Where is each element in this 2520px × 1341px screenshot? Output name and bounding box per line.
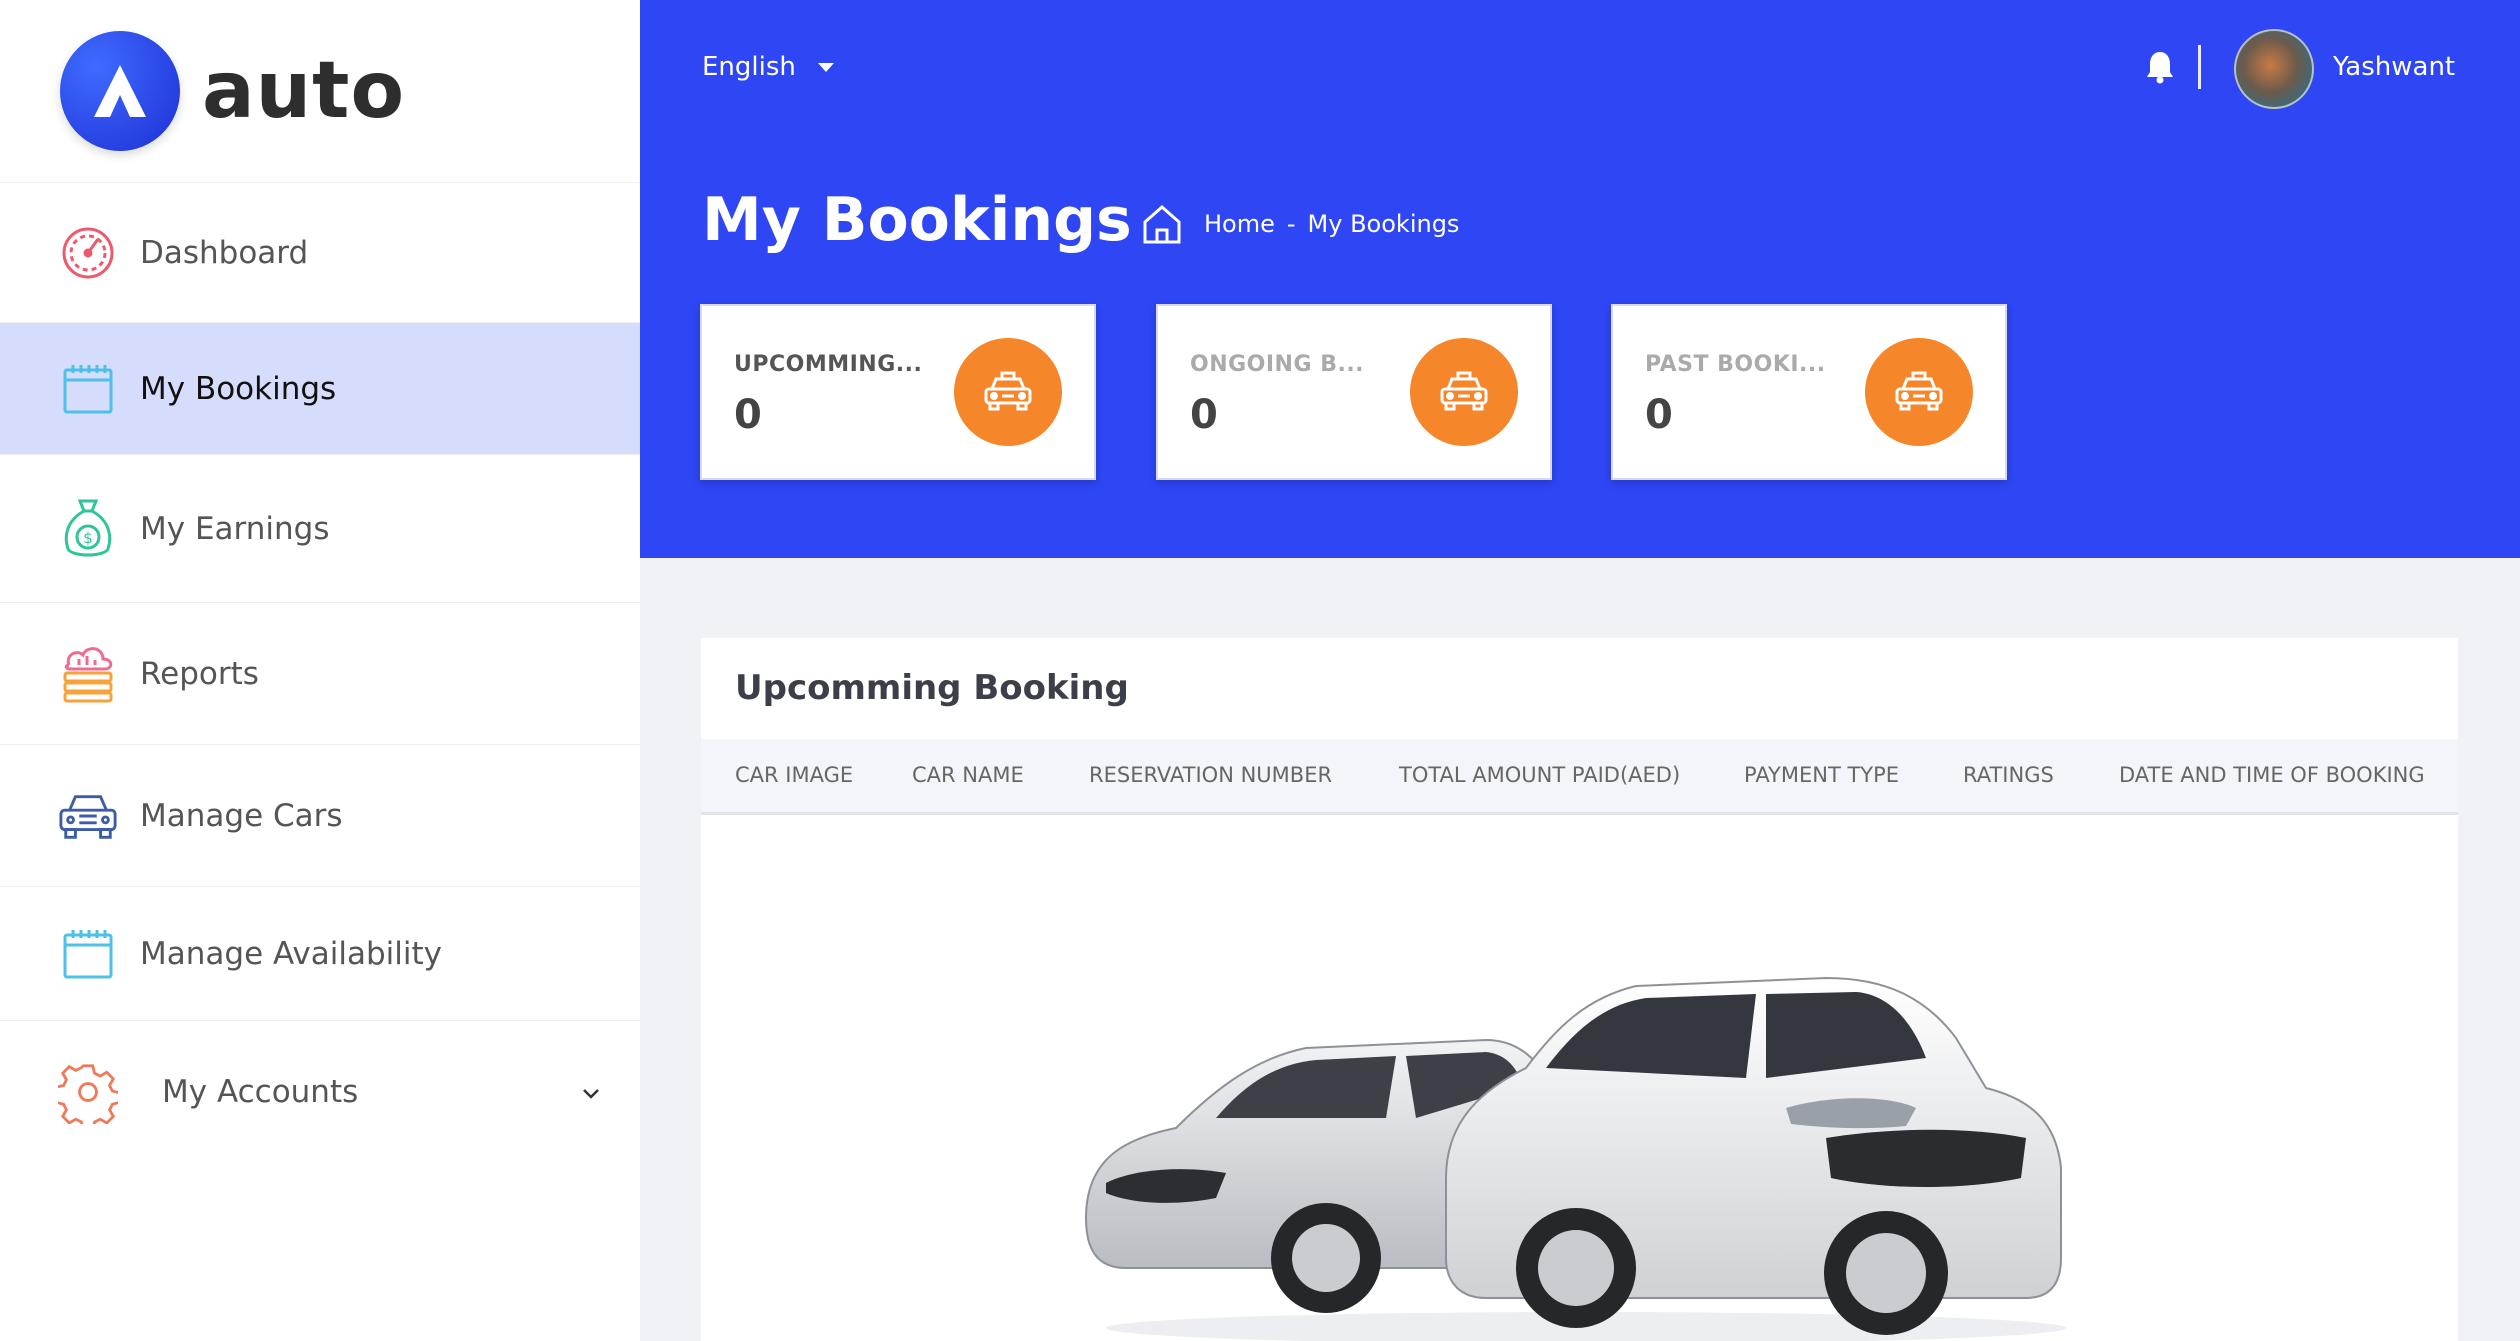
stat-title: UPCOMMING... bbox=[734, 352, 923, 377]
sidebar-item-label: Dashboard bbox=[140, 234, 309, 271]
divider bbox=[2198, 45, 2201, 89]
sidebar-item-label: Manage Cars bbox=[140, 797, 343, 834]
sidebar-item-dashboard[interactable]: Dashboard bbox=[0, 183, 640, 323]
sidebar-item-label: My Bookings bbox=[140, 370, 337, 407]
sidebar-item-label: Manage Availability bbox=[140, 935, 442, 972]
taxi-icon bbox=[1410, 338, 1518, 446]
caret-down-icon bbox=[817, 62, 834, 72]
card-title: Upcomming Booking bbox=[735, 668, 1129, 708]
stat-card-ongoing[interactable]: ONGOING B... 0 bbox=[1156, 304, 1552, 480]
user-name[interactable]: Yashwant bbox=[2333, 52, 2455, 82]
chevron-down-icon[interactable] bbox=[582, 1077, 600, 1107]
sidebar-item-label: My Earnings bbox=[140, 510, 330, 547]
logo[interactable]: auto bbox=[0, 0, 640, 183]
bell-icon[interactable] bbox=[2145, 50, 2175, 88]
avatar[interactable] bbox=[2234, 29, 2314, 109]
brand-name: auto bbox=[202, 46, 406, 136]
stat-card-past[interactable]: PAST BOOKI... 0 bbox=[1611, 304, 2007, 480]
stat-title: ONGOING B... bbox=[1190, 352, 1365, 377]
taxi-icon bbox=[1865, 338, 1973, 446]
home-icon[interactable] bbox=[1140, 202, 1184, 246]
empty-state-cars-illustration bbox=[1066, 968, 2096, 1341]
stat-value: 0 bbox=[1645, 392, 1673, 438]
sidebar-item-my-bookings[interactable]: My Bookings bbox=[0, 323, 640, 455]
logo-mark-icon bbox=[60, 31, 180, 151]
column-header[interactable]: CAR NAME bbox=[912, 763, 1024, 787]
column-header[interactable]: CAR IMAGE bbox=[735, 763, 853, 787]
column-header[interactable]: PAYMENT TYPE bbox=[1744, 763, 1899, 787]
stat-value: 0 bbox=[734, 392, 762, 438]
stat-card-upcoming[interactable]: UPCOMMING... 0 bbox=[700, 304, 1096, 480]
breadcrumb-separator: - bbox=[1286, 210, 1296, 238]
sidebar-item-label: My Accounts bbox=[162, 1074, 359, 1110]
calendar-icon bbox=[58, 924, 118, 984]
reports-icon bbox=[58, 644, 118, 704]
calendar-icon bbox=[58, 359, 118, 419]
sidebar: auto Dashboard My Bookings $ My Earnings… bbox=[0, 0, 640, 1341]
sidebar-item-label: Reports bbox=[140, 655, 259, 692]
table-header: CAR IMAGE CAR NAME RESERVATION NUMBER TO… bbox=[701, 739, 2458, 815]
sidebar-item-my-accounts[interactable]: My Accounts bbox=[0, 1021, 640, 1163]
sidebar-item-manage-cars[interactable]: Manage Cars bbox=[0, 745, 640, 887]
column-header[interactable]: TOTAL AMOUNT PAID(AED) bbox=[1399, 763, 1680, 787]
sidebar-item-manage-availability[interactable]: Manage Availability bbox=[0, 887, 640, 1021]
car-icon bbox=[58, 786, 118, 846]
breadcrumb-home[interactable]: Home bbox=[1204, 210, 1275, 238]
gear-icon bbox=[58, 1062, 118, 1124]
language-selector[interactable]: English bbox=[702, 52, 834, 82]
money-bag-icon: $ bbox=[58, 499, 118, 559]
taxi-icon bbox=[954, 338, 1062, 446]
stat-title: PAST BOOKI... bbox=[1645, 352, 1826, 377]
speedometer-icon bbox=[58, 223, 118, 283]
sidebar-item-my-earnings[interactable]: $ My Earnings bbox=[0, 455, 640, 603]
page-title: My Bookings bbox=[702, 185, 1132, 255]
header: English Yashwant My Bookings Home - My B… bbox=[640, 0, 2520, 558]
column-header[interactable]: RESERVATION NUMBER bbox=[1089, 763, 1332, 787]
language-label: English bbox=[702, 52, 796, 82]
stat-value: 0 bbox=[1190, 392, 1218, 438]
svg-text:$: $ bbox=[83, 529, 93, 547]
breadcrumb-current: My Bookings bbox=[1307, 210, 1460, 238]
breadcrumb: Home - My Bookings bbox=[1140, 202, 1459, 246]
column-header[interactable]: RATINGS bbox=[1963, 763, 2054, 787]
upcoming-booking-card: Upcomming Booking CAR IMAGE CAR NAME RES… bbox=[701, 638, 2458, 1341]
sidebar-item-reports[interactable]: Reports bbox=[0, 603, 640, 745]
column-header[interactable]: DATE AND TIME OF BOOKING bbox=[2119, 763, 2425, 787]
